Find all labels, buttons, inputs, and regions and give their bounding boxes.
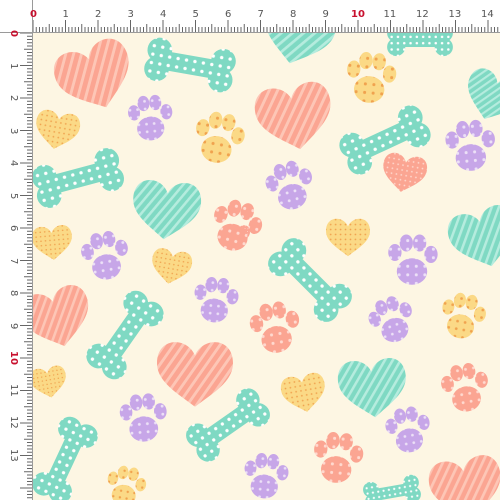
ruler-left-label: 10 (8, 351, 19, 365)
ruler-left-label: 2 (8, 95, 19, 102)
ruler-left-label: 1 (8, 62, 19, 69)
ruler-top-label: 11 (383, 9, 397, 20)
ruler-left-label: 0 (8, 30, 19, 37)
ruler-top-label: 1 (62, 9, 69, 20)
ruler-left-label: 8 (8, 290, 19, 297)
ruler-left-label: 13 (8, 448, 19, 462)
ruler-left-label: 12 (8, 416, 19, 429)
ruler-top-label: 8 (290, 9, 297, 20)
ruler-top-label: 2 (95, 9, 102, 20)
ruler-top-label: 3 (127, 9, 134, 20)
ruler-top-label: 13 (448, 9, 462, 20)
fabric-pattern (0, 0, 500, 500)
ruler-left-label: 11 (8, 383, 19, 397)
ruler-top-label: 5 (192, 9, 199, 20)
ruler-top-label: 12 (416, 9, 429, 20)
ruler-left-label: 6 (8, 225, 19, 232)
ruler-corner (0, 0, 33, 33)
ruler-top-label: 0 (30, 9, 37, 20)
ruler-top-label: 4 (160, 9, 167, 20)
ruler-top-label: 14 (481, 9, 494, 20)
ruler-left-label: 3 (8, 127, 19, 134)
ruler-left-label: 5 (8, 192, 19, 199)
ruler-top-label: 9 (322, 9, 329, 20)
ruler-left-label: 4 (8, 160, 19, 167)
ruler-left-label: 7 (8, 257, 19, 264)
ruler-left-label: 9 (8, 322, 19, 329)
ruler-top-label: 10 (351, 9, 365, 20)
ruler-top-label: 6 (225, 9, 232, 20)
ruler-top-label: 7 (257, 9, 264, 20)
